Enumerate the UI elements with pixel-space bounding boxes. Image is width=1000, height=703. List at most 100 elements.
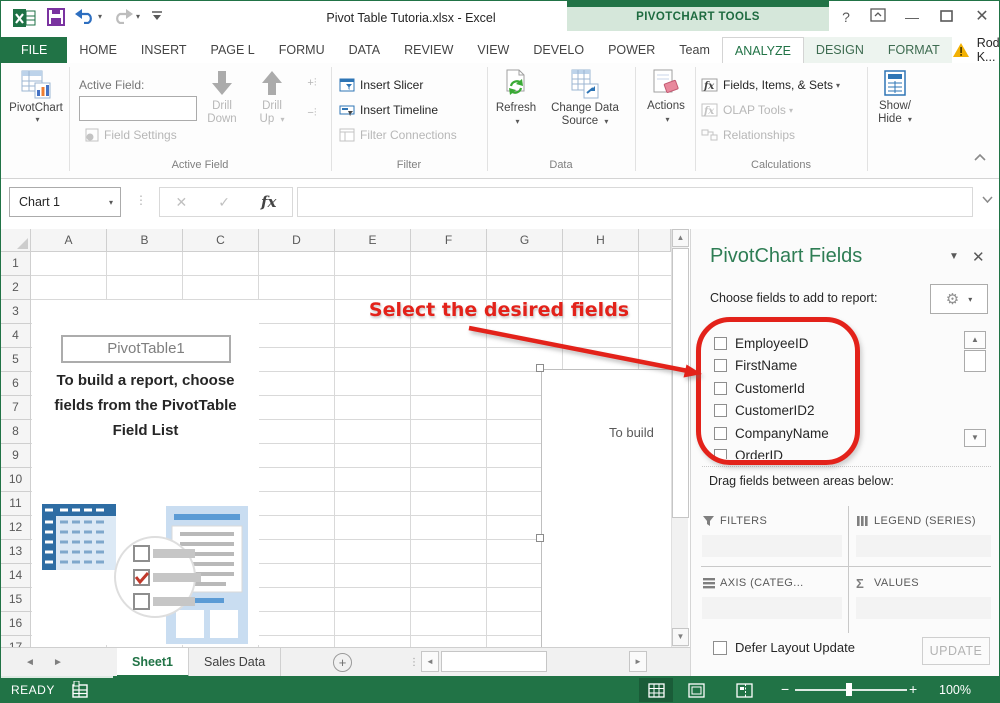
scroll-up-button[interactable]: ▲ — [672, 229, 689, 247]
column-header-F[interactable]: F — [411, 229, 487, 252]
vertical-scrollbar-thumb[interactable] — [672, 248, 689, 518]
actions-button[interactable]: Actions▾ — [641, 69, 691, 126]
field-settings-button[interactable]: Field Settings — [85, 125, 177, 145]
row-header-13[interactable]: 13 — [1, 540, 31, 564]
tab-review[interactable]: REVIEW — [392, 37, 465, 63]
sheet-tab-sales-data[interactable]: Sales Data — [189, 648, 281, 677]
name-box-dropdown-icon[interactable]: ▾ — [109, 198, 113, 207]
redo-dropdown-icon[interactable]: ▾ — [136, 12, 140, 21]
tab-home[interactable]: HOME — [67, 37, 129, 63]
zoom-slider-thumb[interactable] — [846, 683, 852, 696]
olap-tools-button[interactable]: fx OLAP Tools▾ — [701, 100, 793, 120]
field-item-CustomerID2[interactable]: CustomerID2 — [691, 400, 964, 423]
expand-formula-bar-icon[interactable] — [981, 193, 994, 207]
tab-design[interactable]: DESIGN — [804, 37, 876, 63]
macro-record-icon[interactable] — [71, 681, 89, 701]
row-header-8[interactable]: 8 — [1, 420, 31, 444]
change-data-source-button[interactable]: Change DataSource ▾ — [541, 69, 629, 128]
maximize-button[interactable] — [933, 7, 959, 27]
pane-close-icon[interactable]: ✕ — [972, 248, 985, 266]
new-sheet-button[interactable]: + — [333, 653, 352, 672]
formula-bar-splitter[interactable]: ⋮ — [135, 193, 147, 207]
row-header-12[interactable]: 12 — [1, 516, 31, 540]
column-header-A[interactable]: A — [31, 229, 107, 252]
row-header-3[interactable]: 3 — [1, 300, 31, 324]
fields-items-sets-button[interactable]: fx Fields, Items, & Sets▾ — [701, 75, 840, 95]
column-header-H[interactable]: H — [563, 229, 639, 252]
filter-connections-button[interactable]: Filter Connections — [339, 125, 457, 145]
expand-field-button[interactable]: +⫶ — [301, 77, 323, 95]
help-button[interactable]: ? — [833, 7, 859, 27]
field-checkbox-CompanyName[interactable] — [714, 427, 727, 440]
row-header-1[interactable]: 1 — [1, 252, 31, 276]
field-item-OrderID[interactable]: OrderID — [691, 445, 964, 460]
column-header-G[interactable]: G — [487, 229, 563, 252]
zoom-in-button[interactable]: + — [909, 681, 917, 697]
tab-data[interactable]: DATA — [337, 37, 392, 63]
view-normal-button[interactable] — [639, 678, 673, 702]
select-all-corner[interactable] — [1, 229, 31, 252]
undo-button[interactable]: ▾ — [75, 8, 102, 24]
name-box[interactable]: Chart 1 ▾ — [9, 187, 121, 217]
vertical-scrollbar[interactable]: ▲ ▼ — [671, 229, 688, 647]
chart-handle-middle-left[interactable] — [536, 534, 544, 542]
formula-input[interactable] — [297, 187, 973, 217]
row-header-6[interactable]: 6 — [1, 372, 31, 396]
area-axis[interactable]: AXIS (CATEG... — [702, 573, 842, 619]
field-checkbox-OrderID[interactable] — [714, 449, 727, 459]
row-header-17[interactable]: 17 — [1, 636, 31, 647]
row-header-2[interactable]: 2 — [1, 276, 31, 300]
pivotchart-button[interactable]: PivotChart ▾ — [7, 69, 65, 124]
ribbon-display-options-button[interactable] — [865, 7, 891, 27]
tab-insert[interactable]: INSERT — [129, 37, 199, 63]
insert-slicer-button[interactable]: Insert Slicer — [339, 75, 423, 95]
pivotchart-object[interactable] — [541, 369, 671, 647]
tab-analyze[interactable]: ANALYZE — [722, 37, 804, 63]
area-values[interactable]: ΣVALUES — [856, 573, 991, 619]
sheet-nav-right-icon[interactable]: ► — [53, 648, 63, 677]
row-header-15[interactable]: 15 — [1, 588, 31, 612]
active-field-input[interactable] — [79, 96, 197, 121]
pivot-placeholder[interactable]: PivotTable1 To build a report, choose fi… — [32, 300, 259, 645]
customize-qat-button[interactable] — [151, 8, 163, 22]
row-header-10[interactable]: 10 — [1, 468, 31, 492]
defer-layout-checkbox[interactable] — [713, 641, 727, 655]
horizontal-scrollbar-thumb[interactable] — [441, 651, 547, 672]
user-name[interactable]: Rodrick K... — [977, 36, 1000, 64]
view-page-layout-button[interactable] — [679, 678, 713, 702]
field-item-CompanyName[interactable]: CompanyName — [691, 422, 964, 445]
row-header-5[interactable]: 5 — [1, 348, 31, 372]
notification-warning-icon[interactable] — [952, 42, 970, 58]
field-item-FirstName[interactable]: FirstName — [691, 355, 964, 378]
tab-page-l[interactable]: PAGE L — [199, 37, 267, 63]
insert-function-icon[interactable]: fx — [261, 193, 276, 211]
column-header-D[interactable]: D — [259, 229, 335, 252]
close-button[interactable]: ✕ — [969, 7, 995, 27]
field-list-scroll-down[interactable]: ▼ — [964, 429, 986, 447]
field-item-EmployeeID[interactable]: EmployeeID — [691, 332, 964, 355]
tab-format[interactable]: FORMAT — [876, 37, 952, 63]
column-header-E[interactable]: E — [335, 229, 411, 252]
area-dropzone-axis[interactable] — [702, 597, 842, 619]
save-button[interactable] — [47, 8, 65, 26]
tab-team[interactable]: Team — [667, 37, 722, 63]
insert-timeline-button[interactable]: Insert Timeline — [339, 100, 438, 120]
sheet-nav-left-icon[interactable]: ◄ — [25, 648, 35, 677]
field-list-scroll-up[interactable]: ▲ — [964, 331, 986, 349]
drill-up-button[interactable]: DrillUp ▾ — [249, 69, 295, 126]
field-checkbox-CustomerId[interactable] — [714, 382, 727, 395]
row-header-16[interactable]: 16 — [1, 612, 31, 636]
tab-file[interactable]: FILE — [1, 37, 67, 63]
scroll-down-button[interactable]: ▼ — [672, 628, 689, 646]
field-checkbox-FirstName[interactable] — [714, 359, 727, 372]
undo-dropdown-icon[interactable]: ▾ — [98, 12, 102, 21]
minimize-button[interactable]: — — [899, 7, 925, 27]
redo-button[interactable]: ▾ — [113, 8, 140, 24]
cancel-icon[interactable]: ✕ — [176, 194, 188, 211]
row-header-7[interactable]: 7 — [1, 396, 31, 420]
sheet-tab-sheet1[interactable]: Sheet1 — [117, 648, 189, 677]
collapse-field-button[interactable]: −⫶ — [301, 107, 323, 125]
row-header-4[interactable]: 4 — [1, 324, 31, 348]
area-filters[interactable]: FILTERS — [702, 511, 842, 557]
row-header-9[interactable]: 9 — [1, 444, 31, 468]
